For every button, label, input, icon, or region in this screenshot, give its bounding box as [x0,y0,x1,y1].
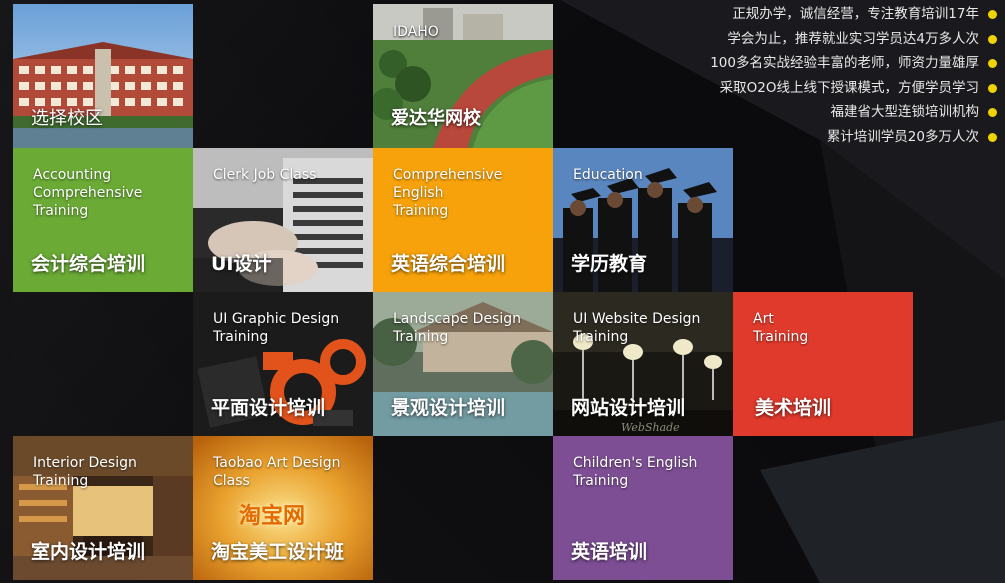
course-chinese-title: 英语综合培训 [391,253,506,275]
course-english-title: Education [573,167,643,183]
feature-item: 采取O2O线上线下授课模式，方便学员学习 [681,76,1001,101]
bullet-dot-icon [988,108,997,117]
course-chinese-title: 英语培训 [571,541,648,563]
taobao-design-tile[interactable]: 淘宝网 Taobao Art Design Class 淘宝美工设计班 [193,436,373,580]
course-chinese-title: 美术培训 [755,397,832,419]
art-training-tile[interactable]: Art Training 美术培训 [733,292,913,436]
course-english-title: Comprehensive English Training [393,167,503,219]
course-chinese-title: 平面设计培训 [211,397,326,419]
bullet-dot-icon [988,34,997,44]
campus-select-label: 选择校区 [31,108,103,129]
campus-select-tile[interactable]: 选择校区 [13,4,193,148]
feature-text: 100多名实战经验丰富的老师，师资力量雄厚 [710,55,979,71]
graphic-design-tile[interactable]: UI Graphic Design Training 平面设计培训 [193,292,373,436]
course-chinese-title: 会计综合培训 [31,253,146,275]
online-school-label: 爱达华网校 [391,108,481,129]
course-english-title: Taobao Art Design Class [213,455,341,489]
course-chinese-title: UI设计 [211,253,272,275]
clerk-job-tile[interactable]: Clerk Job Class UI设计 [193,148,373,292]
feature-item: 100多名实战经验丰富的老师，师资力量雄厚 [681,51,1001,76]
bullet-dot-icon [988,10,997,19]
course-english-title: UI Website Design Training [573,311,701,345]
online-school-tile[interactable]: IDAHO 爱达华网校 [373,4,553,148]
taobao-logo: 淘宝网 [239,504,306,529]
feature-text: 累计培训学员20多万人次 [826,128,979,145]
feature-text: 福建省大型连锁培训机构 [830,104,980,120]
course-english-title: Clerk Job Class [213,167,317,183]
education-tile[interactable]: Education 学历教育 [553,148,733,292]
website-design-tile[interactable]: WebShade UI Website Design Training 网站设计… [553,292,733,436]
course-english-title: Interior Design Training [33,455,137,489]
feature-text: 学会为止，推荐就业实习学员达4万多人次 [727,30,979,47]
course-chinese-title: 景观设计培训 [391,397,506,419]
idaho-sign-text: IDAHO [393,24,439,40]
feature-item: 福建省大型连锁培训机构 [681,100,1001,125]
course-english-title: Accounting Comprehensive Training [33,167,143,219]
interior-design-tile[interactable]: Interior Design Training 室内设计培训 [13,436,193,580]
feature-list: 正规办学，诚信经营，专注教育培训17年 学会为止，推荐就业实习学员达4万多人次 … [681,2,1001,149]
feature-item: 累计培训学员20多万人次 [681,125,1001,150]
accounting-tile[interactable]: Accounting Comprehensive Training 会计综合培训 [13,148,193,292]
course-chinese-title: 网站设计培训 [571,397,686,419]
course-english-title: Art Training [753,311,809,345]
landscape-design-tile[interactable]: Landscape Design Training 景观设计培训 [373,292,553,436]
course-chinese-title: 室内设计培训 [31,541,146,563]
course-chinese-title: 学历教育 [571,253,648,275]
children-english-tile[interactable]: Children's English Training 英语培训 [553,436,733,580]
bullet-dot-icon [988,83,997,93]
course-english-title: Children's English Training [573,455,698,489]
bullet-dot-icon [988,132,997,142]
course-english-title: UI Graphic Design Training [213,311,340,345]
course-english-title: Landscape Design Training [393,311,521,345]
course-chinese-title: 淘宝美工设计班 [211,541,345,563]
feature-text: 采取O2O线上线下授课模式，方便学员学习 [719,79,979,96]
feature-item: 正规办学，诚信经营，专注教育培训17年 [681,2,1001,27]
feature-text: 正规办学，诚信经营，专注教育培训17年 [732,6,979,22]
bullet-dot-icon [988,59,997,68]
webshade-watermark: WebShade [621,421,680,434]
feature-item: 学会为止，推荐就业实习学员达4万多人次 [681,27,1001,52]
english-comprehensive-tile[interactable]: Comprehensive English Training 英语综合培训 [373,148,553,292]
